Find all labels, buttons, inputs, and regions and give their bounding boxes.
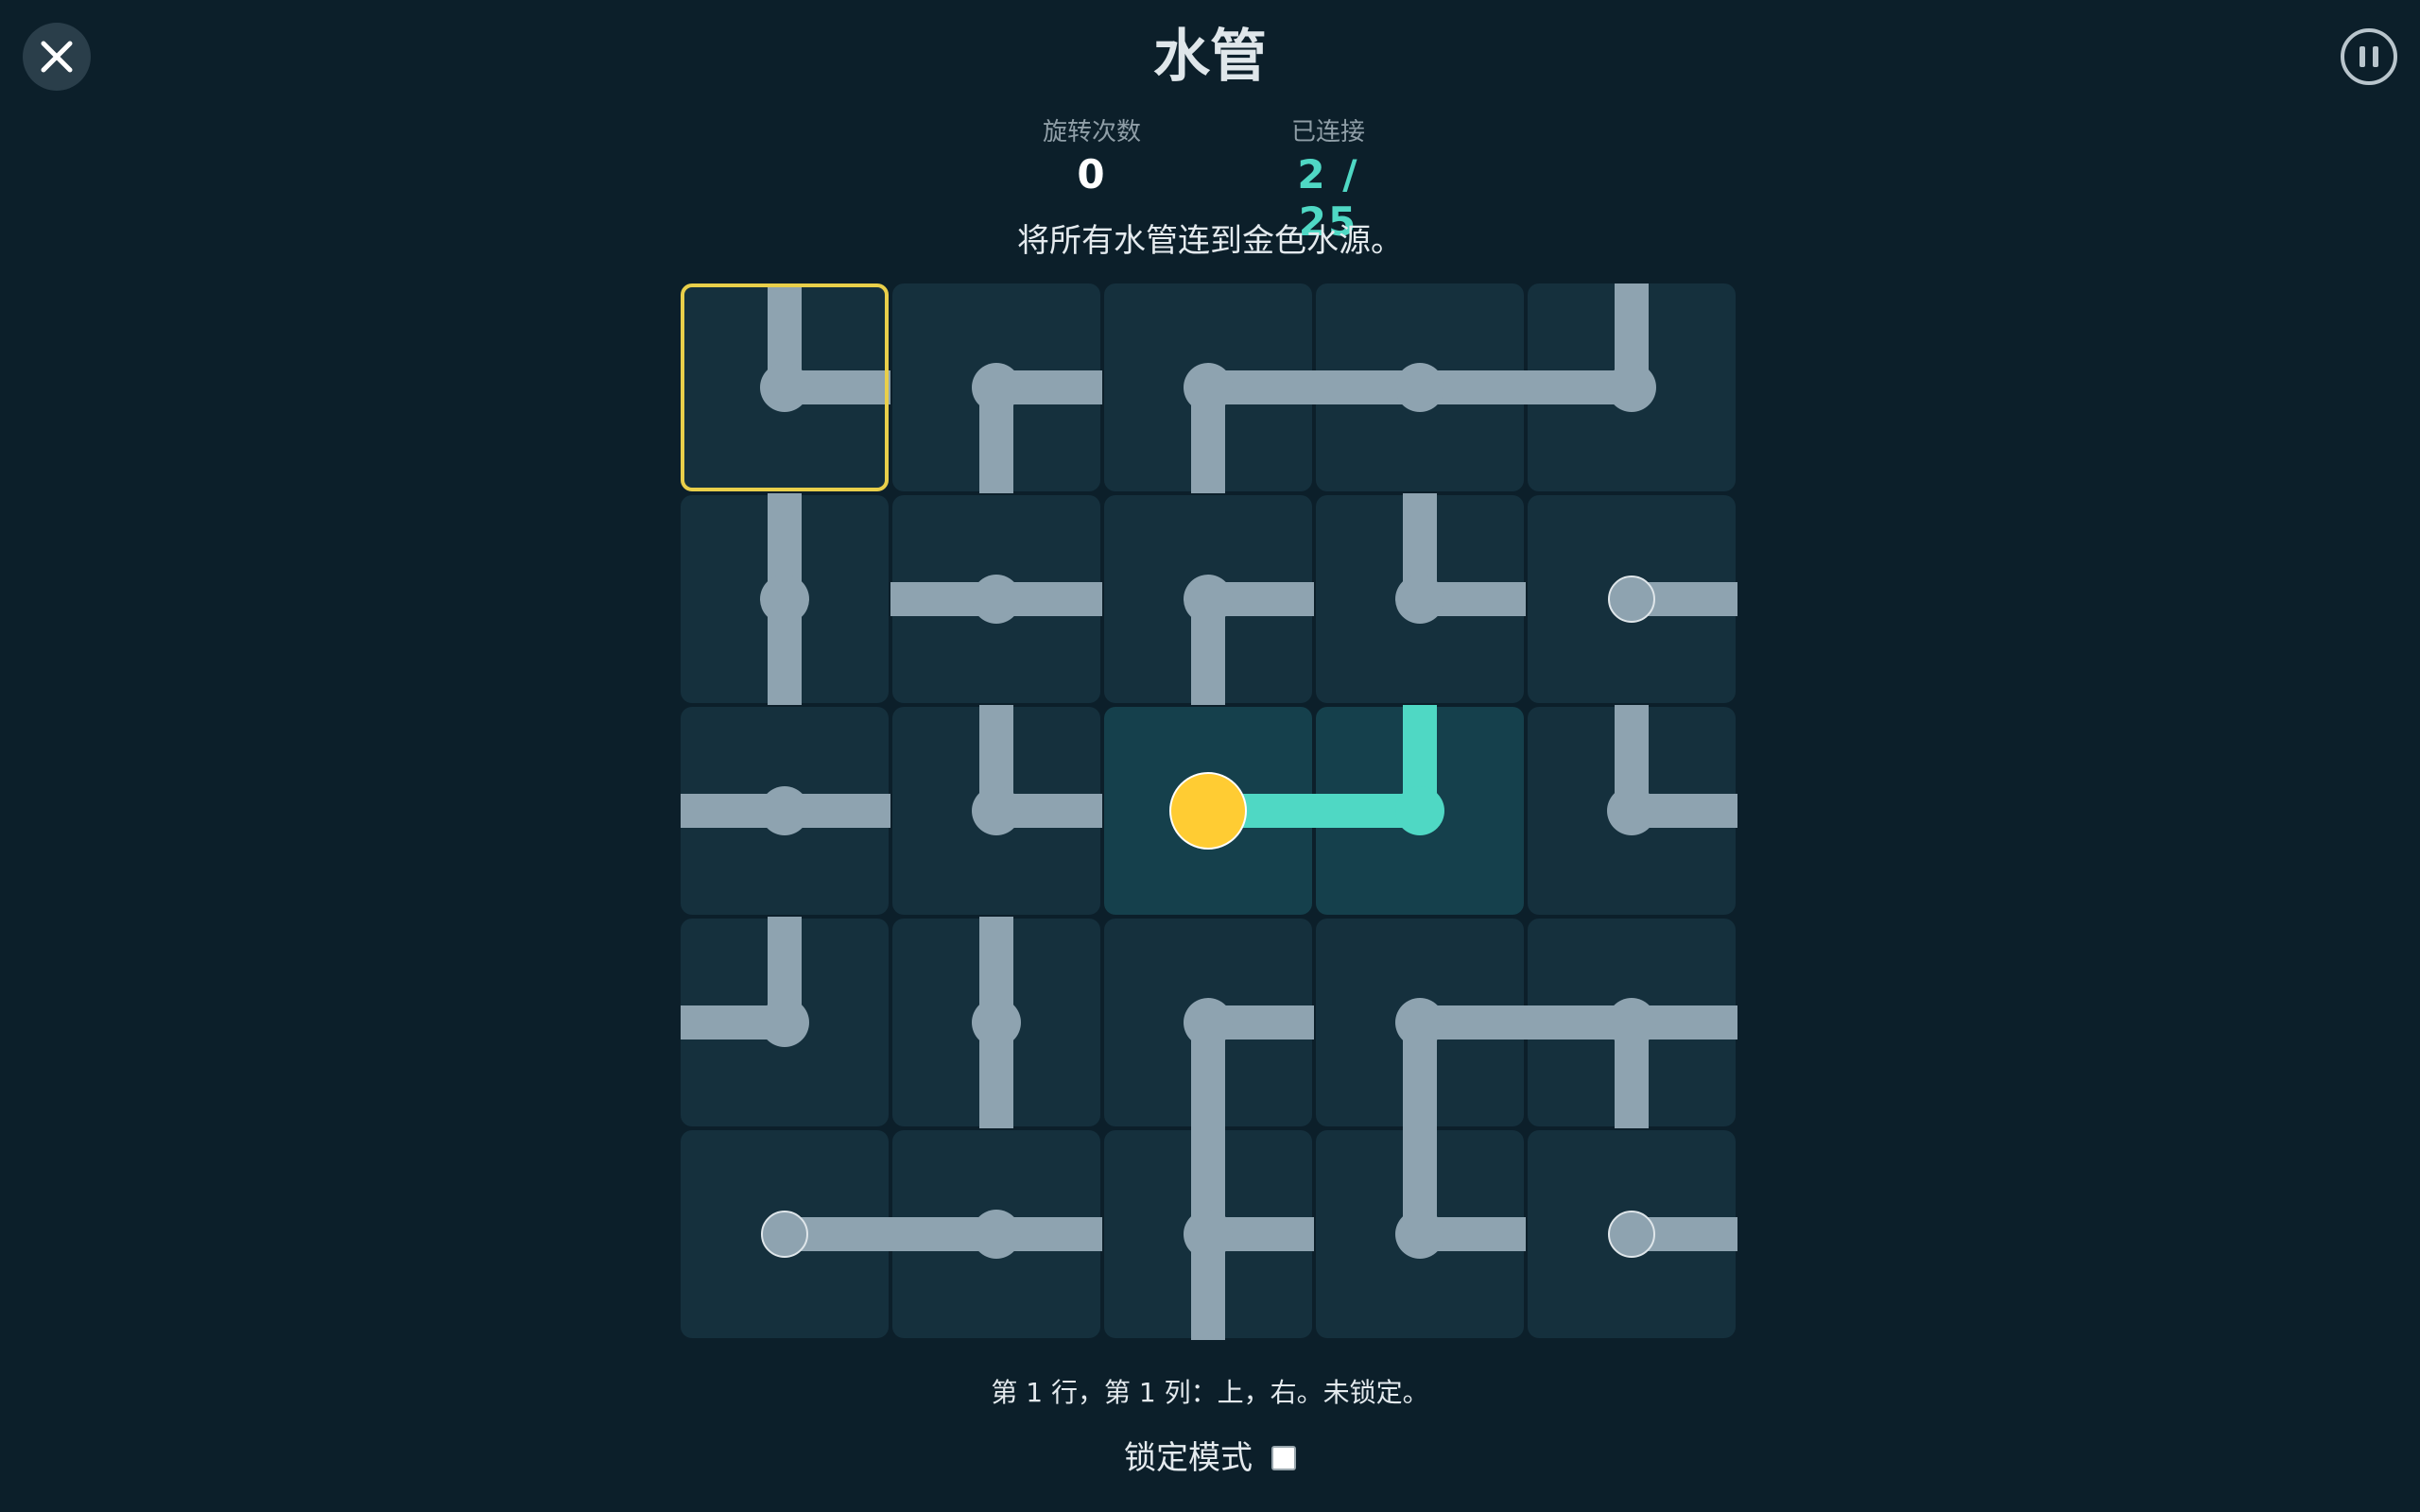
pipe-joint	[972, 363, 1021, 412]
pipe-joint	[972, 998, 1021, 1047]
pipe-joint	[1184, 363, 1233, 412]
instruction-text: 将所有水管连到金色水源。	[1017, 222, 1403, 260]
connected-label: 已连接	[1290, 118, 1365, 146]
pipe-joint	[1395, 786, 1444, 835]
pipe-joint	[1607, 363, 1656, 412]
pipe-joint	[760, 363, 809, 412]
pipe-grid	[681, 284, 1737, 1340]
pipe-joint	[760, 998, 809, 1047]
pipe-joint	[1184, 998, 1233, 1047]
pipe-joint	[972, 575, 1021, 624]
pipe-joint	[972, 1210, 1021, 1259]
pipe-joint	[1395, 363, 1444, 412]
pipe-joint	[760, 575, 809, 624]
pipe-joint	[1184, 575, 1233, 624]
pipe-joint	[1395, 1210, 1444, 1259]
pipes-game-screen: 水管 旋转次数 0 已连接 2 / 25 将所有水管连到金色水源。 第 1 行，…	[0, 0, 2420, 1512]
pause-button[interactable]	[2341, 28, 2397, 85]
pipe-joint	[972, 786, 1021, 835]
rotations-label: 旋转次数	[1042, 118, 1141, 146]
pipe-endpoint-icon	[1608, 576, 1655, 623]
lock-mode-row: 锁定模式	[0, 1435, 2420, 1482]
pipe-joint	[760, 786, 809, 835]
pipe-joint	[1395, 575, 1444, 624]
pipe-endpoint-icon	[1608, 1211, 1655, 1258]
pipe-joint	[1184, 1210, 1233, 1259]
lock-mode-checkbox[interactable]	[1271, 1446, 1296, 1470]
pause-icon-bar	[2373, 46, 2378, 67]
rotations-value: 0	[1077, 151, 1107, 198]
lock-mode-label: 锁定模式	[1124, 1439, 1253, 1477]
pipe-joint	[1607, 786, 1656, 835]
pipe-board	[681, 284, 1739, 1342]
water-source-icon	[1169, 772, 1247, 850]
pipe-joint	[1607, 998, 1656, 1047]
pipe-joint	[1395, 998, 1444, 1047]
pipe-endpoint-icon	[761, 1211, 808, 1258]
pause-icon	[2360, 46, 2365, 67]
page-title: 水管	[1153, 24, 1267, 90]
cell-status: 第 1 行，第 1 列：上，右。未锁定。	[991, 1377, 1429, 1408]
